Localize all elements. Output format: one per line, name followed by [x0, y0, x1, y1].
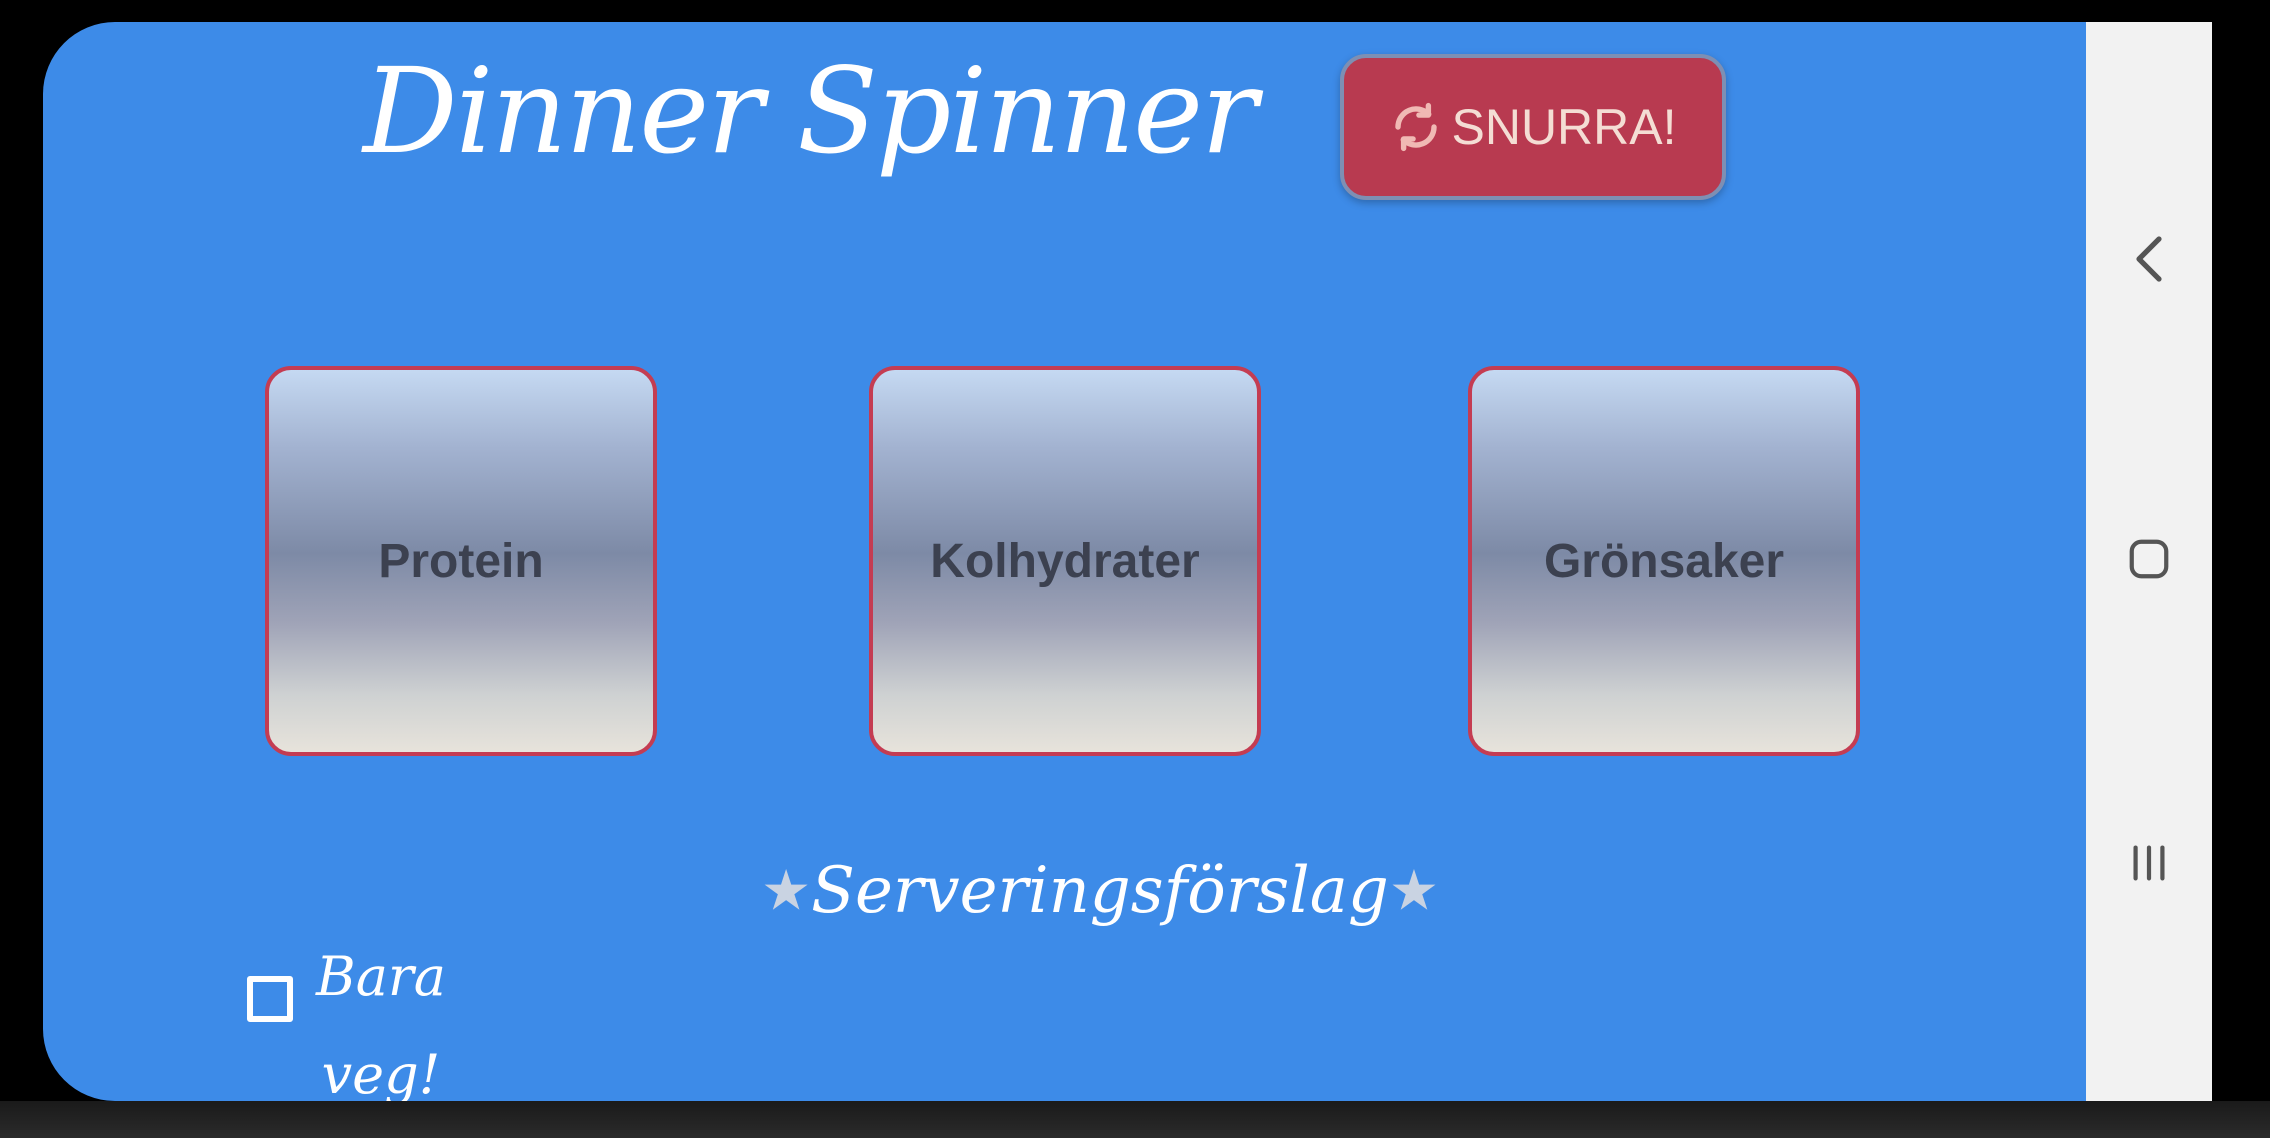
veg-only-label: Bara veg! [316, 945, 446, 1101]
bottom-edge [0, 1101, 2270, 1138]
refresh-icon [1389, 100, 1443, 154]
category-card-gronsaker[interactable]: Grönsaker [1468, 366, 1860, 756]
category-label-gronsaker: Grönsaker [1543, 534, 1785, 588]
back-icon[interactable] [2116, 226, 2182, 292]
star-icon: ★ [1388, 858, 1440, 924]
device-screen: Dinner Spinner SNURRA! Protein Kolhydrat… [0, 0, 2270, 1138]
serving-suggestion-label: Serveringsförslag [811, 854, 1389, 928]
veg-only-toggle[interactable]: Bara veg! [243, 920, 463, 1101]
app-view: Dinner Spinner SNURRA! Protein Kolhydrat… [43, 22, 2086, 1101]
spin-button-label: SNURRA! [1451, 99, 1677, 155]
category-label-protein: Protein [378, 534, 544, 588]
recents-icon[interactable] [2116, 830, 2182, 896]
app-title: Dinner Spinner [363, 42, 1257, 180]
home-icon[interactable] [2116, 526, 2182, 592]
star-icon: ★ [760, 858, 812, 924]
category-label-kolhydrater: Kolhydrater [930, 534, 1200, 588]
serving-suggestion-link[interactable]: ★Serveringsförslag★ [750, 854, 1450, 928]
veg-only-checkbox[interactable] [247, 976, 293, 1022]
category-card-kolhydrater[interactable]: Kolhydrater [869, 366, 1261, 756]
category-card-protein[interactable]: Protein [265, 366, 657, 756]
spin-button[interactable]: SNURRA! [1340, 54, 1726, 200]
